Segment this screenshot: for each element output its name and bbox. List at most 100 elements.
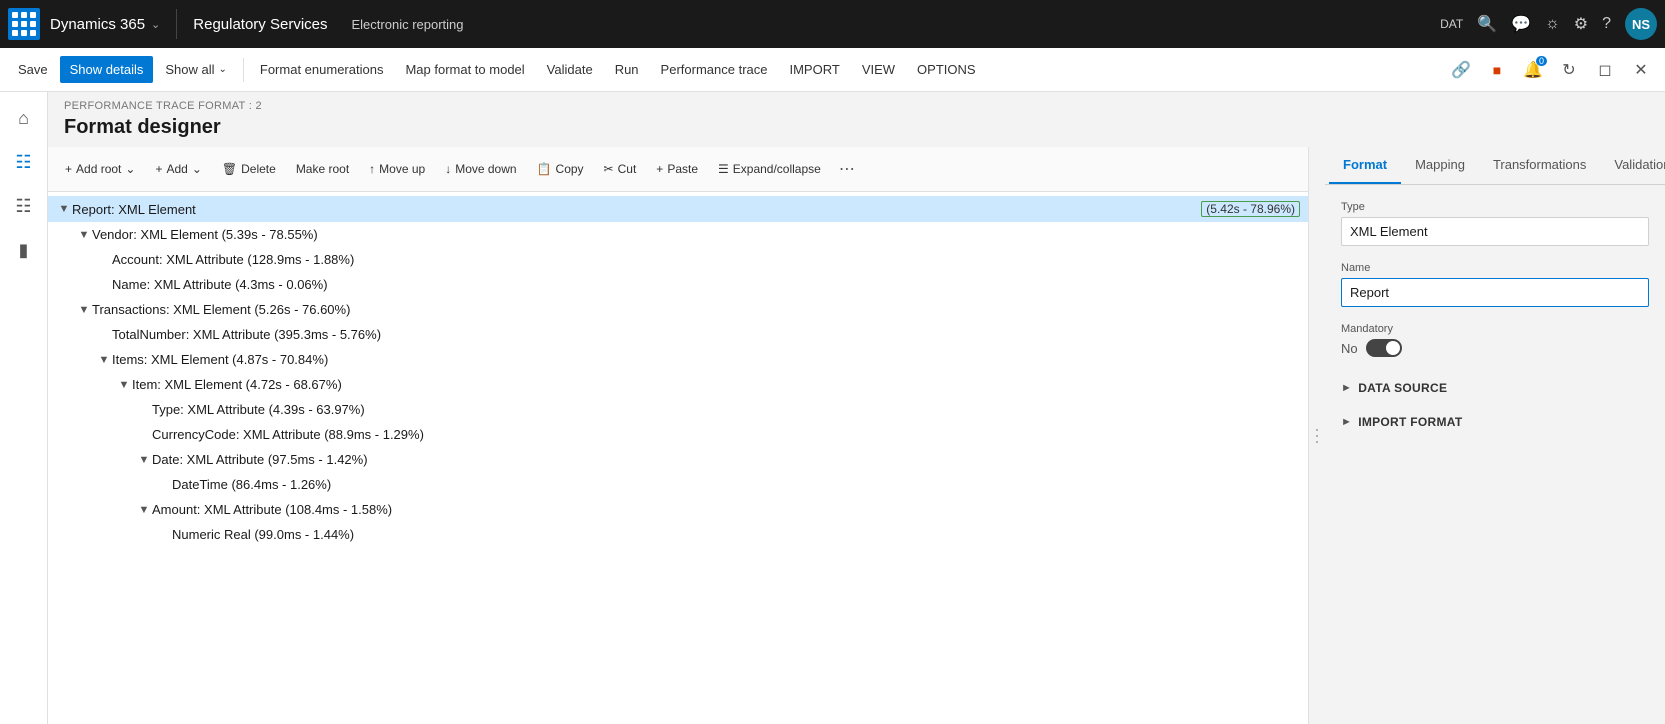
mandatory-toggle[interactable] (1366, 339, 1402, 357)
user-circle-icon[interactable]: ☼ (1545, 15, 1560, 33)
tab-transformations[interactable]: Transformations (1479, 147, 1600, 184)
settings-icon[interactable]: ⚙ (1574, 14, 1588, 34)
options-button[interactable]: OPTIONS (907, 56, 986, 83)
data-source-label: DATA SOURCE (1358, 381, 1447, 395)
paste-plus-icon: + (656, 162, 663, 176)
format-enumerations-button[interactable]: Format enumerations (250, 56, 394, 83)
import-button[interactable]: IMPORT (779, 56, 849, 83)
toggle-items-icon[interactable]: ▼ (96, 354, 112, 366)
tree-node-currencycode[interactable]: CurrencyCode: XML Attribute (88.9ms - 1.… (48, 422, 1308, 447)
toggle-report-icon[interactable]: ▼ (56, 203, 72, 215)
name-input[interactable] (1341, 278, 1649, 307)
office-icon[interactable]: ■ (1481, 54, 1513, 86)
toggle-date-icon[interactable]: ▼ (136, 454, 152, 466)
tree-node-name[interactable]: Name: XML Attribute (4.3ms - 0.06%) (48, 272, 1308, 297)
tab-validations[interactable]: Validations (1600, 147, 1665, 184)
tree-node-date[interactable]: ▼ Date: XML Attribute (97.5ms - 1.42%) (48, 447, 1308, 472)
tab-format[interactable]: Format (1329, 147, 1401, 184)
main-layout: ⌂ ☷ ☷ ▮ PERFORMANCE TRACE FORMAT : 2 For… (0, 92, 1665, 724)
refresh-icon[interactable]: ↻ (1553, 54, 1585, 86)
tree-node-numericreal[interactable]: Numeric Real (99.0ms - 1.44%) (48, 522, 1308, 547)
help-icon[interactable]: ? (1602, 15, 1611, 33)
tree-node-totalnumber[interactable]: TotalNumber: XML Attribute (395.3ms - 5.… (48, 322, 1308, 347)
notification-icon[interactable]: 🔔 0 (1517, 54, 1549, 86)
paste-button[interactable]: + Paste (647, 156, 707, 182)
copy-button[interactable]: 📋 Copy (528, 156, 593, 182)
tree-toolbar: + Add root ⌄ + Add ⌄ 🗑 Delete Make root (48, 147, 1308, 192)
command-bar: Save Show details Show all ⌄ Format enum… (0, 48, 1665, 92)
designer-area: + Add root ⌄ + Add ⌄ 🗑 Delete Make root (48, 147, 1665, 724)
toggle-item-icon[interactable]: ▼ (116, 379, 132, 391)
data-source-accordion: ► DATA SOURCE (1341, 373, 1649, 403)
name-field-group: Name (1341, 262, 1649, 307)
right-panel: Format Mapping Transformations Validatio… (1325, 147, 1665, 724)
content-area: PERFORMANCE TRACE FORMAT : 2 Format desi… (48, 92, 1665, 724)
move-up-arrow-icon: ↑ (369, 162, 375, 176)
show-details-button[interactable]: Show details (60, 56, 154, 83)
brand-chevron-icon[interactable]: ⌄ (151, 18, 160, 31)
tree-node-items[interactable]: ▼ Items: XML Element (4.87s - 70.84%) (48, 347, 1308, 372)
more-options-button[interactable]: ⋯ (832, 153, 862, 185)
move-down-button[interactable]: ↓ Move down (436, 156, 525, 182)
tree-content: ▼ Report: XML Element (5.42s - 78.96%) ▼… (48, 192, 1308, 551)
view-button[interactable]: VIEW (852, 56, 905, 83)
import-format-accordion-header[interactable]: ► IMPORT FORMAT (1341, 407, 1649, 437)
maximize-icon[interactable]: ◻ (1589, 54, 1621, 86)
sidebar-home-icon[interactable]: ⌂ (6, 100, 42, 136)
add-root-chevron-icon: ⌄ (125, 162, 135, 176)
type-label: Type (1341, 201, 1649, 213)
show-all-button[interactable]: Show all ⌄ (155, 56, 237, 83)
panel-content: Type XML Element Name Mandatory No (1325, 185, 1665, 457)
make-root-button[interactable]: Make root (287, 156, 358, 182)
sidebar-filter-icon[interactable]: ☷ (6, 144, 42, 180)
tree-node-account[interactable]: Account: XML Attribute (128.9ms - 1.88%) (48, 247, 1308, 272)
tab-mapping[interactable]: Mapping (1401, 147, 1479, 184)
top-nav-bar: Dynamics 365 ⌄ Regulatory Services Elect… (0, 0, 1665, 48)
add-root-button[interactable]: + Add root ⌄ (56, 156, 144, 182)
import-format-accordion: ► IMPORT FORMAT (1341, 407, 1649, 437)
sidebar-bookmark-icon[interactable]: ▮ (6, 232, 42, 268)
type-value: XML Element (1341, 217, 1649, 246)
toggle-thumb (1386, 341, 1400, 355)
app-grid-icon[interactable] (8, 8, 40, 40)
move-up-button[interactable]: ↑ Move up (360, 156, 434, 182)
cut-button[interactable]: ✂ Cut (595, 156, 646, 182)
save-button[interactable]: Save (8, 56, 58, 83)
map-format-button[interactable]: Map format to model (395, 56, 534, 83)
tree-node-vendor[interactable]: ▼ Vendor: XML Element (5.39s - 78.55%) (48, 222, 1308, 247)
mandatory-label: Mandatory (1341, 323, 1649, 335)
type-field-group: Type XML Element (1341, 201, 1649, 246)
toggle-type-icon (136, 404, 152, 416)
expand-icon: ☰ (718, 162, 729, 176)
mandatory-no-label: No (1341, 341, 1358, 356)
cmd-right-area: 🔗 ■ 🔔 0 ↻ ◻ ✕ (1445, 54, 1657, 86)
tree-node-amount[interactable]: ▼ Amount: XML Attribute (108.4ms - 1.58%… (48, 497, 1308, 522)
left-sidebar: ⌂ ☷ ☷ ▮ (0, 92, 48, 724)
add-button[interactable]: + Add ⌄ (146, 156, 210, 182)
validate-button[interactable]: Validate (537, 56, 603, 83)
sidebar-list-icon[interactable]: ☷ (6, 188, 42, 224)
add-plus-icon: + (155, 162, 162, 176)
delete-button[interactable]: 🗑 Delete (213, 156, 285, 182)
tree-node-item[interactable]: ▼ Item: XML Element (4.72s - 68.67%) (48, 372, 1308, 397)
search-icon[interactable]: 🔍 (1477, 14, 1497, 34)
panel-resize-handle[interactable]: ⋯ (1309, 147, 1325, 724)
chat-icon[interactable]: 💬 (1511, 14, 1531, 34)
avatar[interactable]: NS (1625, 8, 1657, 40)
tree-node-report[interactable]: ▼ Report: XML Element (5.42s - 78.96%) (48, 196, 1308, 222)
toggle-transactions-icon[interactable]: ▼ (76, 304, 92, 316)
cmd-divider-1 (243, 58, 244, 82)
performance-trace-button[interactable]: Performance trace (651, 56, 778, 83)
expand-collapse-button[interactable]: ☰ Expand/collapse (709, 156, 830, 182)
data-source-accordion-header[interactable]: ► DATA SOURCE (1341, 373, 1649, 403)
tree-node-transactions[interactable]: ▼ Transactions: XML Element (5.26s - 76.… (48, 297, 1308, 322)
toggle-vendor-icon[interactable]: ▼ (76, 229, 92, 241)
toggle-amount-icon[interactable]: ▼ (136, 504, 152, 516)
tree-node-datetime[interactable]: DateTime (86.4ms - 1.26%) (48, 472, 1308, 497)
subnav-label: Electronic reporting (352, 17, 464, 32)
top-nav-right: DAT 🔍 💬 ☼ ⚙ ? NS (1440, 8, 1657, 40)
link-icon[interactable]: 🔗 (1445, 54, 1477, 86)
close-icon[interactable]: ✕ (1625, 54, 1657, 86)
run-button[interactable]: Run (605, 56, 649, 83)
tree-node-type[interactable]: Type: XML Attribute (4.39s - 63.97%) (48, 397, 1308, 422)
